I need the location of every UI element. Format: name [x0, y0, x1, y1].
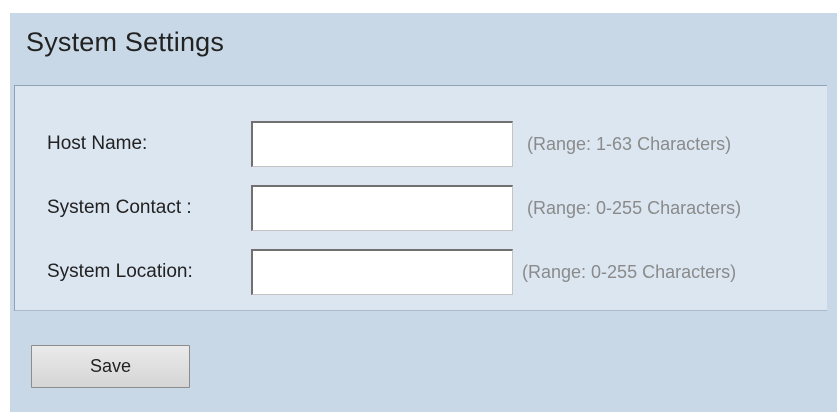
page-title: System Settings — [26, 27, 225, 57]
system-contact-label: System Contact : — [47, 197, 192, 218]
system-contact-input[interactable] — [251, 185, 513, 231]
system-location-label: System Location: — [47, 261, 193, 282]
system-location-range-hint: (Range: 0-255 Characters) — [522, 262, 737, 282]
system-location-input[interactable] — [251, 249, 513, 295]
host-name-input[interactable] — [251, 121, 513, 167]
host-name-label: Host Name: — [47, 133, 148, 154]
save-button[interactable]: Save — [31, 345, 190, 388]
system-contact-range-hint: (Range: 0-255 Characters) — [527, 198, 742, 218]
host-name-range-hint: (Range: 1-63 Characters) — [527, 134, 732, 154]
